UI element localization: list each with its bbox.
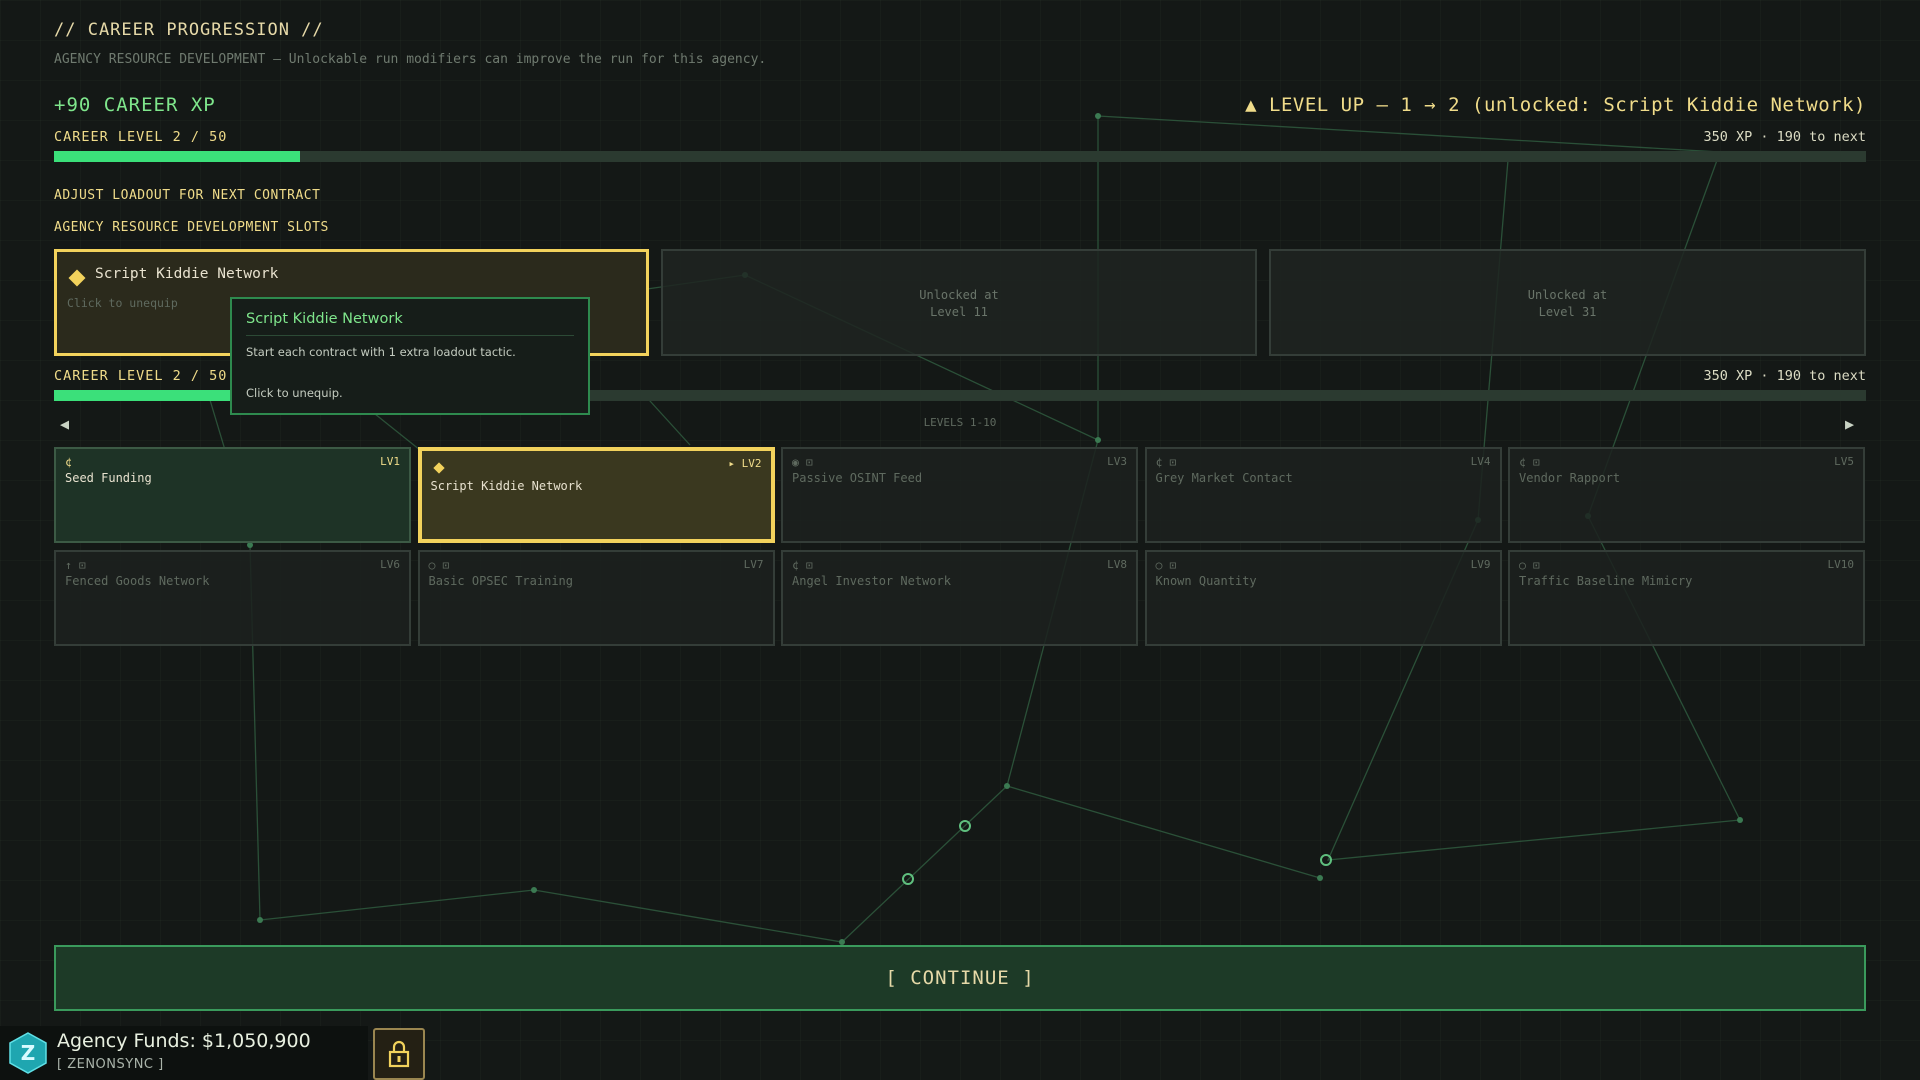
card-level: LV4 [1470, 455, 1491, 468]
card-level: LV1 [380, 455, 400, 468]
career-level-label: CAREER LEVEL 2 / 50 [54, 129, 228, 145]
card-type-icons: ¢ ⊡ [792, 558, 813, 572]
lock-icon [388, 1040, 410, 1068]
slot-locked-text: Unlocked at Level 31 [1527, 288, 1608, 319]
unlock-card-9[interactable]: ○ ⊡ LV9 Known Quantity [1144, 550, 1502, 646]
tooltip-description: Start each contract with 1 extra loadout… [246, 345, 516, 359]
card-name: Vendor Rapport [1519, 471, 1621, 485]
agency-logo-letter: Z [21, 1041, 36, 1065]
card-level: LV3 [1107, 455, 1127, 468]
card-name: Fenced Goods Network [65, 574, 210, 588]
card-name: Basic OPSEC Training [428, 574, 574, 588]
card-type-icons: ○ ⊡ [428, 558, 450, 572]
unlock-card-6[interactable]: ↑ ⊡ LV6 Fenced Goods Network [54, 550, 411, 646]
diamond-icon [68, 269, 86, 287]
loadout-slot-2[interactable]: Unlocked at Level 11 [661, 249, 1257, 356]
unlock-card-3[interactable]: ◉ ⊡ LV3 Passive OSINT Feed [781, 447, 1138, 543]
xp-info: 350 XP · 190 to next [1703, 129, 1866, 145]
card-name: Seed Funding [65, 471, 152, 485]
card-type-icons: ↑ ⊡ [65, 558, 86, 572]
card-name: Angel Investor Network [792, 574, 951, 588]
loadout-slot-3[interactable]: Unlocked at Level 31 [1269, 249, 1866, 356]
career-progress-fill [54, 151, 301, 162]
card-level: ▸ LV2 [728, 457, 762, 470]
card-type-icons: ¢ ⊡ [1519, 455, 1540, 469]
unlock-card-10[interactable]: ○ ⊡ LV10 Traffic Baseline Mimicry [1508, 550, 1865, 646]
unlock-tooltip: Script Kiddie Network Start each contrac… [230, 297, 590, 415]
card-type-icons: ¢ [65, 455, 72, 469]
card-name: Known Quantity [1155, 574, 1257, 588]
card-name: Passive OSINT Feed [792, 471, 923, 485]
card-level: LV8 [1107, 558, 1127, 571]
xp-info-secondary: 350 XP · 190 to next [1703, 368, 1866, 384]
unlock-card-4[interactable]: ¢ ⊡ LV4 Grey Market Contact [1144, 447, 1502, 543]
card-name: Traffic Baseline Mimicry [1519, 574, 1693, 588]
diamond-icon [432, 462, 445, 474]
agency-funds: Agency Funds: $1,050,900 [57, 1030, 311, 1052]
card-type-icons: ○ ⊡ [1519, 558, 1540, 572]
next-page-button[interactable]: ▶ [1845, 415, 1854, 433]
card-level: LV6 [380, 558, 400, 571]
card-level: LV9 [1470, 558, 1491, 571]
card-type-icons: ¢ ⊡ [1155, 455, 1177, 469]
unlock-card-2[interactable]: ▸ LV2 Script Kiddie Network [417, 447, 775, 543]
card-level: LV7 [743, 558, 764, 571]
xp-gain: +90 CAREER XP [54, 94, 216, 116]
unlock-card-1[interactable]: ¢ LV1 Seed Funding [54, 447, 411, 543]
card-level: LV5 [1834, 455, 1854, 468]
agency-logo-icon: Z [8, 1032, 48, 1074]
unlock-card-7[interactable]: ○ ⊡ LV7 Basic OPSEC Training [417, 550, 775, 646]
career-level-label-secondary: CAREER LEVEL 2 / 50 [54, 368, 228, 384]
card-name: Script Kiddie Network [430, 479, 583, 493]
card-type-icons: ○ ⊡ [1155, 558, 1177, 572]
unlock-card-5[interactable]: ¢ ⊡ LV5 Vendor Rapport [1508, 447, 1865, 543]
slots-heading: AGENCY RESOURCE DEVELOPMENT SLOTS [54, 220, 329, 235]
loadout-heading: ADJUST LOADOUT FOR NEXT CONTRACT [54, 188, 321, 203]
tooltip-click-hint: Click to unequip. [246, 386, 343, 400]
slot-hint: Click to unequip [67, 296, 178, 310]
card-level: LV10 [1827, 558, 1855, 571]
level-up-banner: ▲ LEVEL UP — 1 → 2 (unlocked: Script Kid… [1245, 94, 1866, 116]
lock-button[interactable] [373, 1028, 425, 1080]
slot-locked-text: Unlocked at Level 11 [919, 288, 999, 319]
card-type-icons: ◉ ⊡ [792, 455, 813, 469]
unlock-card-8[interactable]: ¢ ⊡ LV8 Angel Investor Network [781, 550, 1138, 646]
agency-name: [ ZENONSYNC ] [57, 1057, 164, 1072]
page-subtitle: AGENCY RESOURCE DEVELOPMENT — Unlockable… [54, 52, 767, 67]
continue-button[interactable]: [ CONTINUE ] [54, 945, 1866, 1011]
page-label: LEVELS 1-10 [923, 416, 997, 429]
career-progress-bar [54, 151, 1866, 162]
page-title: // CAREER PROGRESSION // [54, 20, 324, 40]
tooltip-title: Script Kiddie Network [246, 311, 574, 336]
slot-name: Script Kiddie Network [95, 266, 279, 282]
card-name: Grey Market Contact [1155, 471, 1293, 485]
